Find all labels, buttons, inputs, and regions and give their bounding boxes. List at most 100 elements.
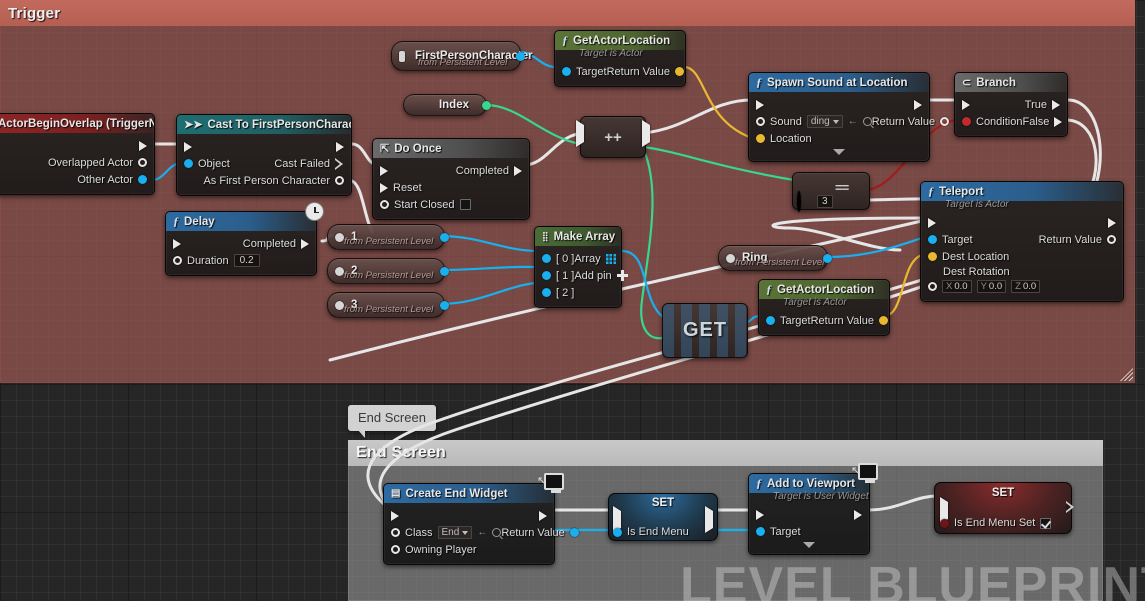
exec-in-reset-pin[interactable] — [380, 182, 388, 193]
pin-element-1[interactable] — [542, 271, 551, 280]
pin-array-out[interactable] — [605, 253, 616, 264]
pin-element-2[interactable] — [542, 288, 551, 297]
pin-target[interactable] — [766, 316, 775, 325]
exec-out-pin[interactable] — [139, 140, 147, 151]
pin-location[interactable] — [756, 134, 765, 143]
browse-asset-icon[interactable] — [492, 528, 502, 537]
exec-in-pin[interactable] — [173, 238, 181, 249]
node-delay[interactable]: ƒ Delay Completed Duration 0.2 — [165, 211, 317, 276]
node-get-actor-location-top[interactable]: ƒ GetActorLocation Target is Actor Targe… — [554, 30, 686, 87]
exec-in-pin[interactable] — [928, 217, 936, 228]
pin-owning-player[interactable] — [391, 545, 400, 554]
add-pin-icon[interactable] — [616, 270, 628, 281]
add-pin-label[interactable]: Add pin — [574, 270, 611, 282]
exec-out-true-pin[interactable] — [1052, 99, 1060, 110]
exec-in-pin[interactable] — [756, 99, 764, 110]
browse-asset-icon[interactable] — [862, 117, 872, 126]
pin-sound[interactable] — [756, 117, 765, 126]
node-add-to-viewport[interactable]: ƒ Add to Viewport Target is User Widget … — [748, 473, 870, 555]
exec-in-pin[interactable] — [391, 510, 399, 521]
exec-out-completed-pin[interactable] — [301, 238, 309, 249]
pin-b[interactable] — [797, 191, 801, 212]
comment-title-end-screen[interactable]: End Screen — [348, 440, 1103, 466]
node-get-actor-location-mid[interactable]: ƒ GetActorLocation Target is Actor Targe… — [758, 279, 890, 336]
use-selected-asset-icon[interactable]: ← — [848, 116, 858, 127]
pin-dest-rotation[interactable] — [928, 282, 937, 291]
pin-out[interactable] — [823, 253, 832, 263]
node-branch[interactable]: ⊂ Branch True Condition False — [954, 72, 1068, 137]
exec-out-cast-failed-pin[interactable] — [335, 157, 344, 170]
exec-out-pin[interactable] — [1108, 217, 1116, 228]
pin-other-actor[interactable] — [138, 175, 147, 184]
pin-out[interactable] — [516, 51, 525, 61]
pin-out[interactable] — [440, 266, 449, 276]
exec-out-completed-pin[interactable] — [514, 165, 522, 176]
pin-target[interactable] — [756, 527, 765, 536]
pin-dest-location[interactable] — [928, 252, 937, 261]
node-var-2[interactable]: 2 from Persistent Level — [327, 258, 449, 284]
input-duration[interactable]: 0.2 — [233, 254, 260, 267]
node-do-once[interactable]: ⇱ Do Once Completed Reset Start Closed — [372, 138, 530, 220]
node-create-end-widget[interactable]: ▤ Create End Widget Class End ← Return V… — [383, 483, 579, 565]
pin-target[interactable] — [928, 235, 937, 244]
pin-is-end-menu[interactable] — [613, 527, 622, 537]
node-var-3[interactable]: 3 from Persistent Level — [327, 292, 449, 318]
pin-return-value[interactable] — [1107, 235, 1116, 244]
pin-condition[interactable] — [962, 117, 971, 126]
dropdown-widget-class[interactable]: End — [437, 526, 473, 539]
node-var-index[interactable]: Index — [403, 94, 491, 116]
pin-return-value[interactable] — [878, 316, 888, 325]
node-increment[interactable]: ++ — [576, 116, 650, 158]
blueprint-graph-canvas[interactable]: Trigger End Screen End Screen LEVEL BLUE… — [0, 0, 1145, 601]
exec-in-pin[interactable] — [184, 141, 192, 152]
exec-in-pin[interactable] — [756, 509, 764, 520]
input-rotation-x[interactable]: X 0.0 — [942, 280, 972, 293]
node-var-ring[interactable]: Ring from Persistent Level — [718, 245, 832, 271]
pin-start-closed[interactable] — [380, 200, 389, 209]
comment-resize-grip[interactable] — [1120, 368, 1133, 381]
node-equals[interactable]: 3 == — [792, 172, 870, 212]
pin-target[interactable] — [562, 67, 571, 76]
expand-advanced-pins-icon[interactable] — [833, 149, 845, 155]
exec-in-pin[interactable] — [380, 165, 388, 176]
pin-return-value[interactable] — [940, 117, 950, 126]
pin-as-first-person-character[interactable] — [335, 176, 344, 185]
pin-duration[interactable] — [173, 256, 182, 265]
node-var-first-person-character[interactable]: FirstPersonCharacter from Persistent Lev… — [391, 41, 533, 71]
node-spawn-sound-at-location[interactable]: ƒ Spawn Sound at Location Sound ding ← R… — [748, 72, 950, 162]
expand-advanced-pins-icon[interactable] — [803, 542, 815, 548]
pin-return-value[interactable] — [569, 528, 579, 537]
dropdown-sound-asset[interactable]: ding — [806, 115, 843, 128]
pin-in[interactable] — [335, 266, 344, 276]
pin-in[interactable] — [335, 232, 344, 242]
exec-out-pin[interactable] — [854, 509, 862, 520]
node-actor-begin-overlap[interactable]: ActorBeginOverlap (TriggerNext) Overlapp… — [0, 113, 155, 195]
node-set-is-end-menu-set[interactable]: SET Is End Menu Set — [934, 482, 1072, 534]
exec-out-pin[interactable] — [705, 506, 713, 533]
pin-is-end-menu-set[interactable] — [940, 518, 949, 528]
pin-in[interactable] — [726, 253, 735, 263]
comment-title-trigger[interactable]: Trigger — [0, 0, 1135, 26]
input-compare-value[interactable]: 3 — [817, 195, 833, 208]
node-teleport[interactable]: ƒ Teleport Target is Actor Target Return… — [920, 181, 1124, 302]
pin-out[interactable] — [482, 100, 491, 110]
node-var-1[interactable]: 1 from Persistent Level — [327, 224, 449, 250]
pin-return-value[interactable] — [674, 67, 684, 76]
node-cast-to-first-person-character[interactable]: ➤➤ Cast To FirstPersonCharacter Object C… — [176, 114, 352, 196]
exec-in-pin[interactable] — [962, 99, 970, 110]
checkbox-is-end-menu-set[interactable] — [1040, 517, 1052, 529]
pin-class[interactable] — [391, 528, 400, 537]
node-get-array-element[interactable]: GET — [662, 303, 748, 358]
exec-out-pin[interactable] — [539, 510, 547, 521]
node-make-array[interactable]: ⣿ Make Array [ 0 ] Array [ 1 ] Add pin [… — [534, 226, 628, 308]
use-selected-asset-icon[interactable]: ← — [477, 527, 487, 538]
input-rotation-z[interactable]: Z 0.0 — [1011, 280, 1041, 293]
pin-out[interactable] — [440, 300, 449, 310]
exec-out-false-pin[interactable] — [1054, 116, 1063, 127]
pin-overlapped-actor[interactable] — [138, 158, 147, 167]
exec-out-pin[interactable] — [336, 141, 344, 152]
checkbox-start-closed[interactable] — [459, 199, 471, 210]
exec-out-pin[interactable] — [914, 99, 922, 110]
node-set-is-end-menu[interactable]: SET Is End Menu — [608, 493, 718, 541]
pin-out[interactable] — [440, 232, 449, 242]
